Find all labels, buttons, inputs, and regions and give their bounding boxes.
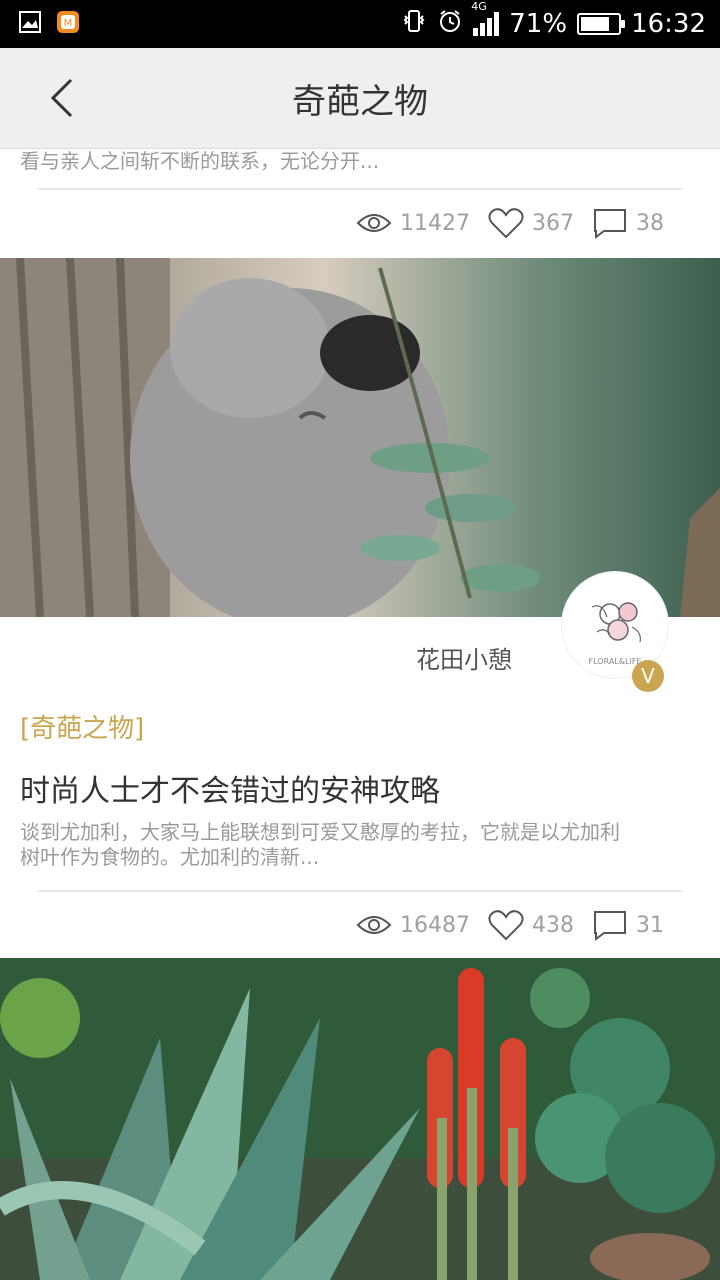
vibrate-icon: [401, 8, 427, 41]
svg-text:M: M: [64, 18, 73, 29]
comments-count: 31: [636, 912, 664, 938]
article-excerpt-partial: 看与亲人之间斩不断的联系，无论分开...: [20, 149, 380, 173]
signal-icon: 4G: [471, 0, 500, 36]
app-icon: M: [56, 10, 80, 34]
comments-count: 38: [636, 210, 664, 236]
logo-text: FLORAL&LIFE: [589, 657, 642, 666]
battery-icon: [577, 13, 626, 35]
article-cover-image[interactable]: [0, 958, 720, 1280]
network-label: 4G: [471, 0, 487, 13]
clock: 16:32: [631, 9, 706, 39]
eye-icon: [356, 214, 392, 232]
eye-icon: [356, 916, 392, 934]
comment-icon: [594, 911, 626, 941]
author-name[interactable]: 花田小憩: [416, 640, 512, 675]
heart-icon: [488, 910, 524, 941]
koala-image: [0, 258, 720, 617]
status-bar: M 4G 71% 16:32: [0, 0, 720, 48]
article-title[interactable]: 时尚人士才不会错过的安神攻略: [20, 766, 440, 810]
article-stats: 16487 438 31: [356, 909, 664, 941]
battery-percent: 71%: [509, 9, 568, 39]
succulents-image: [0, 958, 720, 1280]
verified-badge: V: [632, 660, 664, 692]
navbar: 奇葩之物: [0, 48, 720, 149]
views-count: 16487: [400, 912, 470, 938]
views-stat: 11427: [356, 211, 470, 236]
heart-icon: [488, 208, 524, 239]
views-stat: 16487: [356, 913, 470, 938]
article-cover-image[interactable]: [0, 258, 720, 617]
like-button[interactable]: 367: [488, 207, 574, 239]
likes-count: 438: [532, 912, 574, 938]
article-tag[interactable]: [奇葩之物]: [20, 708, 144, 745]
like-button[interactable]: 438: [488, 909, 574, 941]
article-stats: 11427 367 38: [356, 207, 664, 239]
likes-count: 367: [532, 210, 574, 236]
article-excerpt: 谈到尤加利，大家马上能联想到可爱又憨厚的考拉，它就是以尤加利树叶作为食物的。尤加…: [20, 820, 620, 869]
page-title: 奇葩之物: [292, 82, 428, 122]
comment-button[interactable]: 38: [592, 207, 664, 239]
alarm-icon: [437, 8, 463, 41]
divider: [38, 188, 682, 190]
comment-icon: [594, 209, 626, 239]
comment-button[interactable]: 31: [592, 909, 664, 941]
views-count: 11427: [400, 210, 470, 236]
gallery-icon: [18, 10, 42, 34]
divider: [38, 890, 682, 892]
